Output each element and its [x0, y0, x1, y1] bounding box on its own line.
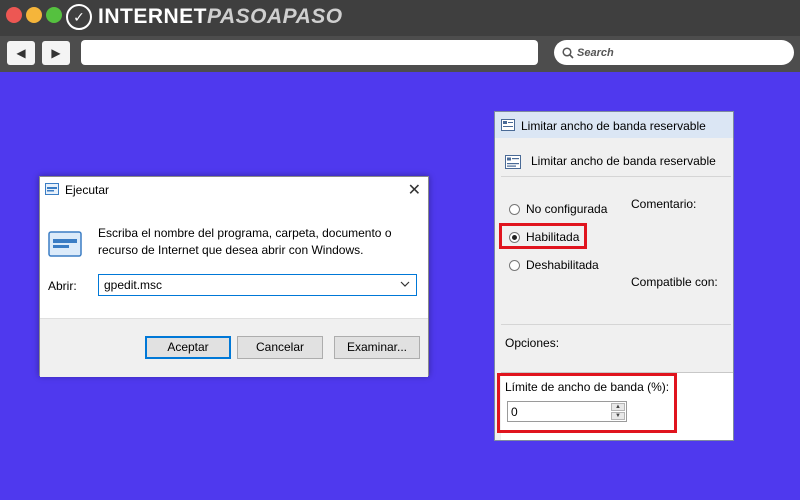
browser-titlebar: ✓ INTERNETPASOAPASO [0, 0, 800, 36]
policy-dialog-titlebar: Limitar ancho de banda reservable [495, 112, 733, 138]
search-icon [562, 46, 574, 59]
run-dialog-titlebar: Ejecutar ✕ [40, 177, 428, 203]
compatible-label: Compatible con: [631, 275, 718, 289]
logo-check-icon: ✓ [66, 4, 92, 30]
run-dialog-footer: Aceptar Cancelar Examinar... [40, 318, 428, 377]
browse-button[interactable]: Examinar... [334, 336, 420, 359]
ok-button[interactable]: Aceptar [145, 336, 231, 359]
chevron-down-icon[interactable] [400, 278, 410, 290]
open-label: Abrir: [48, 279, 77, 293]
policy-dialog: Limitar ancho de banda reservable Limita… [494, 111, 734, 441]
policy-setting-icon [505, 155, 521, 169]
logo-text-accent: PASOAPASO [207, 5, 343, 28]
radio-not-configured[interactable]: No configurada [509, 202, 607, 216]
radio-circle[interactable] [509, 259, 520, 271]
highlight-box-enabled [499, 223, 587, 249]
run-icon [45, 183, 59, 195]
policy-icon [501, 119, 515, 131]
run-description: Escriba el nombre del programa, carpeta,… [98, 226, 392, 257]
browser-chrome: ✓ INTERNETPASOAPASO ◀ ▶ Search [0, 0, 800, 72]
comment-label: Comentario: [631, 197, 697, 211]
close-window-button[interactable] [6, 7, 22, 23]
forward-button[interactable]: ▶ [42, 41, 70, 65]
open-input[interactable]: gpedit.msc [98, 274, 417, 296]
cancel-button[interactable]: Cancelar [237, 336, 323, 359]
maximize-window-button[interactable] [46, 7, 62, 23]
radio-circle[interactable] [509, 203, 520, 215]
divider [501, 324, 731, 325]
highlight-box-bandwidth [497, 373, 677, 433]
radio-not-configured-label: No configurada [526, 202, 608, 216]
divider [501, 176, 731, 177]
address-bar[interactable] [81, 40, 538, 65]
run-dialog: Ejecutar ✕ Escriba el nombre del program… [39, 176, 429, 377]
run-program-icon [48, 231, 82, 257]
logo-text: INTERNETPASOAPASO [98, 5, 343, 29]
run-dialog-title: Ejecutar [65, 183, 110, 197]
open-input-value: gpedit.msc [104, 278, 163, 292]
search-input[interactable]: Search [554, 40, 794, 65]
radio-disabled-label: Deshabilitada [526, 258, 599, 272]
site-logo: ✓ INTERNETPASOAPASO [66, 3, 343, 31]
back-button[interactable]: ◀ [7, 41, 35, 65]
close-icon[interactable]: ✕ [408, 180, 421, 200]
search-placeholder: Search [577, 46, 614, 59]
policy-dialog-title: Limitar ancho de banda reservable [521, 119, 706, 133]
options-label: Opciones: [505, 336, 560, 350]
policy-heading: Limitar ancho de banda reservable [531, 154, 716, 168]
radio-disabled[interactable]: Deshabilitada [509, 258, 599, 272]
minimize-window-button[interactable] [26, 7, 42, 23]
logo-text-prefix: INTERNET [98, 5, 207, 28]
